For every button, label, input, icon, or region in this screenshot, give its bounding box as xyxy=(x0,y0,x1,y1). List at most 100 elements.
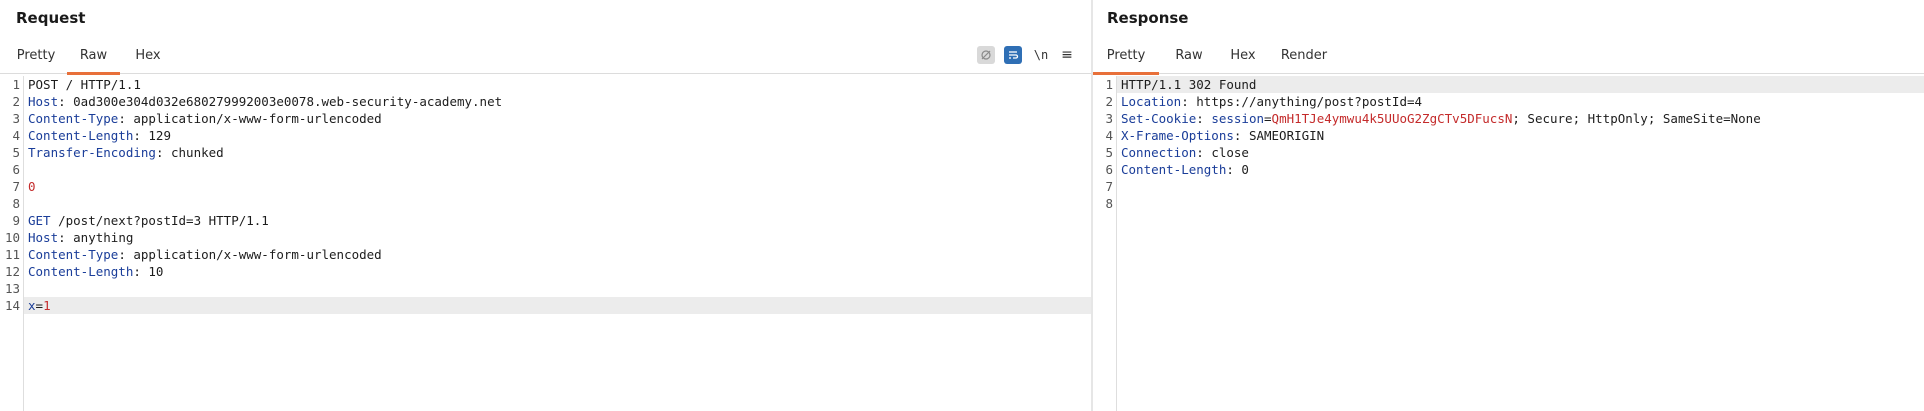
header-name: x xyxy=(28,298,36,313)
header-name: Host xyxy=(28,94,59,109)
line-number: 13 xyxy=(4,281,20,296)
param-value: QmH1TJe4ymwu4k5UUoG2ZgCTv5DFucsN xyxy=(1271,111,1513,126)
request-line[interactable]: 70 xyxy=(12,178,1091,195)
request-toolbar: \n ≡ xyxy=(977,46,1079,66)
response-line[interactable]: 4 X-Frame-Options: SAMEORIGIN xyxy=(1105,127,1924,144)
line-content: X-Frame-Options: SAMEORIGIN xyxy=(1117,128,1324,143)
line-number: 12 xyxy=(4,264,20,279)
request-title: Request xyxy=(16,9,86,27)
header-value: /post/next?postId=3 HTTP/1.1 xyxy=(50,213,269,228)
header-value: : application/x-www-form-urlencoded xyxy=(118,111,382,126)
header-name: Transfer-Encoding xyxy=(28,145,156,160)
line-content xyxy=(1117,196,1121,211)
header-name: GET xyxy=(28,213,51,228)
header-value: : chunked xyxy=(155,145,224,160)
header-name: Content-Length xyxy=(28,264,134,279)
header-name: Connection xyxy=(1121,145,1197,160)
response-line[interactable]: 6 Content-Length: 0 xyxy=(1105,161,1924,178)
header-name: Content-Type xyxy=(28,247,119,262)
header-name: session xyxy=(1211,111,1265,126)
line-content: Set-Cookie: session=QmH1TJe4ymwu4k5UUoG2… xyxy=(1117,111,1761,126)
line-number: 4 xyxy=(12,128,20,143)
line-number: 2 xyxy=(12,94,20,109)
response-editor[interactable]: 1 HTTP/1.1 302 Found 2 Location: https://an… xyxy=(1093,76,1924,411)
request-line[interactable]: 14 x=1 xyxy=(5,297,1091,314)
response-line[interactable]: 8 xyxy=(1105,195,1924,212)
request-line[interactable]: 1 POST / HTTP/1.1 xyxy=(12,76,1091,93)
header-value: = xyxy=(35,298,44,313)
header-name: Content-Type xyxy=(28,111,119,126)
line-content: Content-Length: 129 xyxy=(24,128,171,143)
line-content: Host: anything xyxy=(24,230,133,245)
response-code[interactable]: 1 HTTP/1.1 302 Found 2 Location: https://an… xyxy=(1105,76,1924,411)
tab-request-raw[interactable]: Raw xyxy=(67,48,120,75)
header-value: : close xyxy=(1196,145,1249,160)
line-content: Content-Type: application/x-www-form-url… xyxy=(24,247,382,262)
response-line[interactable]: 3 Set-Cookie: session=QmH1TJe4ymwu4k5UUoG… xyxy=(1105,110,1924,127)
request-code[interactable]: 1 POST / HTTP/1.1 2 Host: 0ad300e304d032e68… xyxy=(5,76,1091,411)
line-number: 3 xyxy=(1105,111,1113,126)
tab-response-render[interactable]: Render xyxy=(1279,48,1329,74)
request-line[interactable]: 2 Host: 0ad300e304d032e680279992003e0078.… xyxy=(12,93,1091,110)
tab-request-hex[interactable]: Hex xyxy=(133,48,163,74)
header-name: Host xyxy=(28,230,59,245)
response-line[interactable]: 2 Location: https://anything/post?postId=… xyxy=(1105,93,1924,110)
header-name: X-Frame-Options xyxy=(1121,128,1234,143)
response-line[interactable]: 1 HTTP/1.1 302 Found xyxy=(1105,76,1924,93)
tab-response-pretty[interactable]: Pretty xyxy=(1093,48,1159,75)
request-editor[interactable]: 1 POST / HTTP/1.1 2 Host: 0ad300e304d032e68… xyxy=(0,76,1091,411)
line-number: 6 xyxy=(1105,162,1113,177)
param-value: 0 xyxy=(28,179,36,194)
line-number: 11 xyxy=(4,247,20,262)
request-line[interactable]: 12 Content-Length: 10 xyxy=(5,263,1091,280)
header-value: : anything xyxy=(58,230,134,245)
response-pane: Response Pretty Raw Hex Render 1 HTTP/1.1… xyxy=(1093,0,1924,411)
request-line[interactable]: 10 Host: anything xyxy=(5,229,1091,246)
header-value: ; Secure; HttpOnly; SameSite=None xyxy=(1512,111,1761,126)
menu-icon[interactable]: ≡ xyxy=(1058,46,1076,64)
request-line[interactable]: 9 GET /post/next?postId=3 HTTP/1.1 xyxy=(12,212,1091,229)
line-content xyxy=(24,162,28,177)
hide-nonprintable-icon[interactable] xyxy=(977,46,995,64)
line-content: HTTP/1.1 302 Found xyxy=(1117,77,1256,92)
header-name: Location xyxy=(1121,94,1182,109)
line-number: 5 xyxy=(12,145,20,160)
line-content: GET /post/next?postId=3 HTTP/1.1 xyxy=(24,213,269,228)
line-number: 10 xyxy=(4,230,20,245)
request-line[interactable]: 4 Content-Length: 129 xyxy=(12,127,1091,144)
request-line[interactable]: 5 Transfer-Encoding: chunked xyxy=(12,144,1091,161)
request-line[interactable]: 8 xyxy=(12,195,1091,212)
line-content: Location: https://anything/post?postId=4 xyxy=(1117,94,1422,109)
line-number: 14 xyxy=(4,298,20,313)
tab-response-raw[interactable]: Raw xyxy=(1174,48,1204,74)
line-content: x=1 xyxy=(24,298,51,313)
newline-toggle-icon[interactable]: \n xyxy=(1032,46,1050,64)
header-value: : application/x-www-form-urlencoded xyxy=(118,247,382,262)
header-name: Content-Length xyxy=(1121,162,1227,177)
line-number: 5 xyxy=(1105,145,1113,160)
header-value: POST / HTTP/1.1 xyxy=(28,77,141,92)
line-number: 3 xyxy=(12,111,20,126)
header-value: : 0 xyxy=(1226,162,1249,177)
request-line[interactable]: 13 xyxy=(5,280,1091,297)
line-number: 8 xyxy=(1105,196,1113,211)
response-line[interactable]: 7 xyxy=(1105,178,1924,195)
request-line[interactable]: 3 Content-Type: application/x-www-form-ur… xyxy=(12,110,1091,127)
line-number: 4 xyxy=(1105,128,1113,143)
header-value: = xyxy=(1264,111,1272,126)
tab-request-pretty[interactable]: Pretty xyxy=(16,48,56,74)
line-content: Content-Length: 0 xyxy=(1117,162,1249,177)
request-line[interactable]: 6 xyxy=(12,161,1091,178)
response-line[interactable]: 5 Connection: close xyxy=(1105,144,1924,161)
response-tabbar: Pretty Raw Hex Render xyxy=(1093,42,1924,75)
request-line[interactable]: 11 Content-Type: application/x-www-form-u… xyxy=(5,246,1091,263)
line-number: 1 xyxy=(12,77,20,92)
wrap-lines-icon[interactable] xyxy=(1004,46,1022,64)
line-content: Transfer-Encoding: chunked xyxy=(24,145,224,160)
line-content xyxy=(1117,179,1121,194)
line-content xyxy=(24,196,28,211)
header-value: : https://anything/post?postId=4 xyxy=(1181,94,1423,109)
tab-response-hex[interactable]: Hex xyxy=(1228,48,1258,74)
line-number: 7 xyxy=(1105,179,1113,194)
request-tabbar: Pretty Raw Hex xyxy=(0,42,1091,75)
